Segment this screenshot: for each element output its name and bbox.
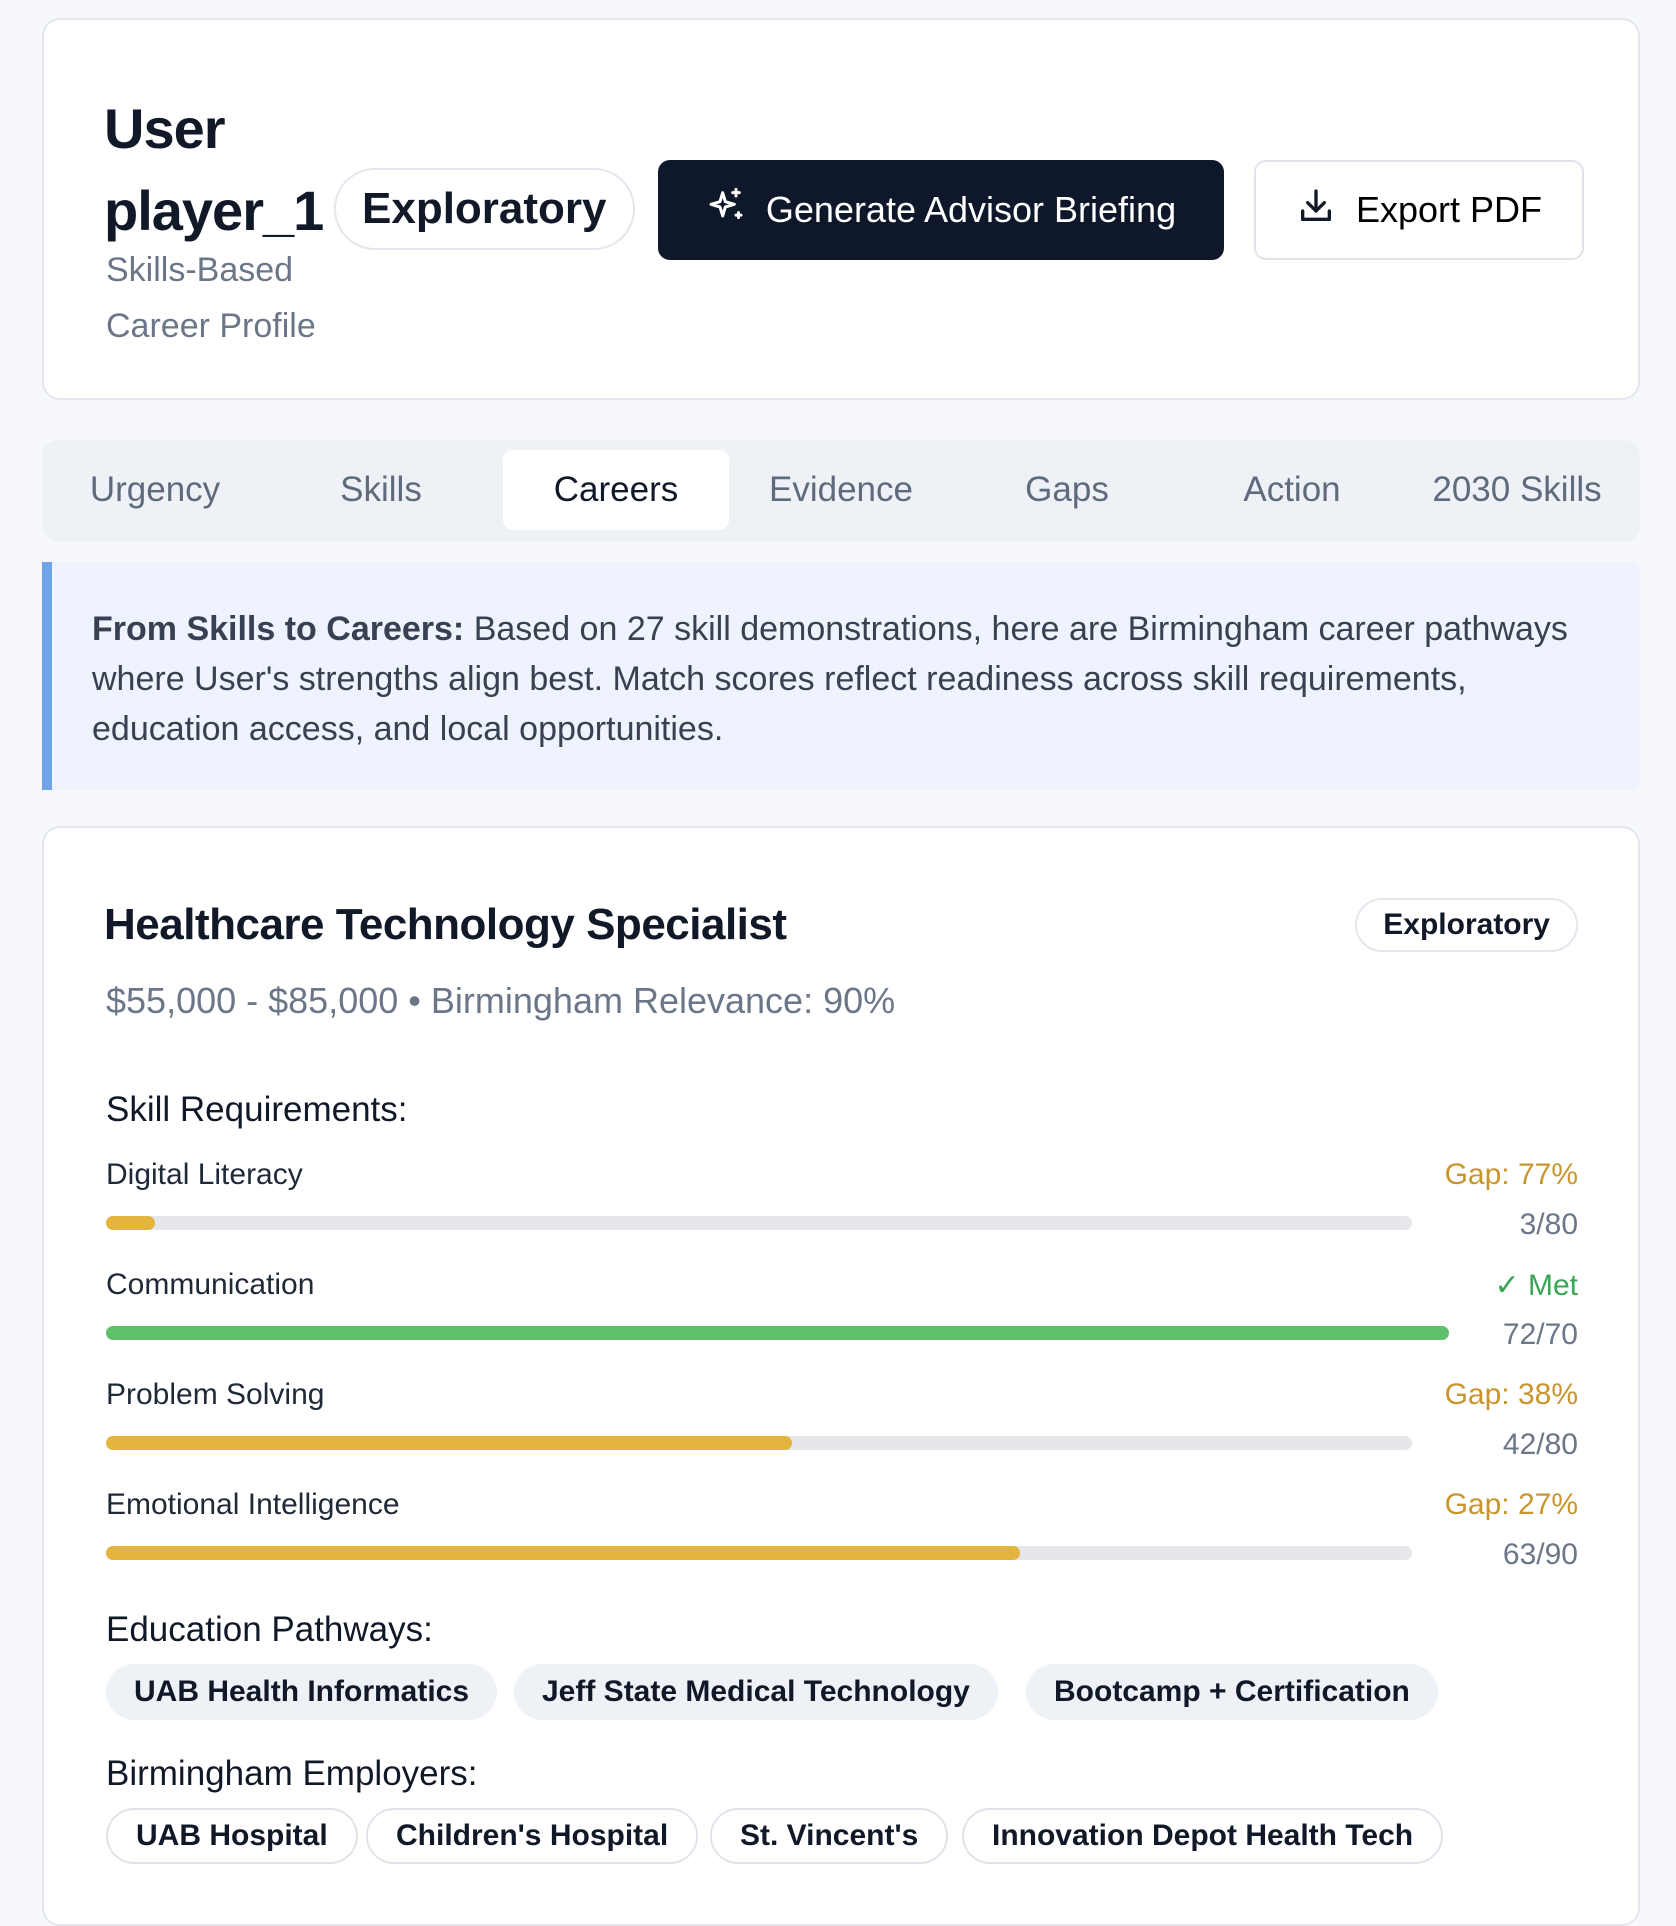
profile-subtitle: Skills-Based Career Profile [106, 242, 316, 354]
profile-tabs: Urgency Skills Careers Evidence Gaps Act… [42, 440, 1640, 542]
skill-requirements-label: Skill Requirements: [106, 1090, 408, 1129]
skill-score-problem-solving: 42/80 [1502, 1428, 1578, 1461]
skill-status-emotional-intelligence: Gap: 27% [1444, 1488, 1578, 1521]
career-card: Healthcare Technology Specialist Explora… [42, 826, 1640, 1926]
employer-chip[interactable]: St. Vincent's [710, 1808, 949, 1864]
education-chip[interactable]: Bootcamp + Certification [1026, 1664, 1438, 1720]
skill-status-digital-literacy: Gap: 77% [1444, 1158, 1578, 1191]
generate-advisor-briefing-button[interactable]: Generate Advisor Briefing [658, 160, 1224, 260]
note-lead: From Skills to Careers: [92, 610, 465, 648]
meta-separator: • [408, 980, 421, 1021]
tab-gaps[interactable]: Gaps [954, 450, 1180, 530]
tab-careers[interactable]: Careers [503, 450, 729, 530]
export-pdf-label: Export PDF [1355, 189, 1543, 230]
profile-header-card: User player_1 Skills-Based Career Profil… [42, 18, 1640, 400]
skill-bar-fill [106, 1216, 155, 1230]
skill-bar-problem-solving [106, 1436, 1412, 1450]
education-chip[interactable]: Jeff State Medical Technology [514, 1664, 998, 1720]
education-pathways-label: Education Pathways: [106, 1610, 433, 1649]
skill-score-communication: 72/70 [1502, 1318, 1578, 1351]
tab-urgency[interactable]: Urgency [42, 450, 268, 530]
employer-chip[interactable]: Children's Hospital [366, 1808, 699, 1864]
career-salary: $55,000 - $85,000 [106, 980, 399, 1021]
career-title: Healthcare Technology Specialist [104, 900, 787, 949]
download-icon [1296, 186, 1336, 235]
skill-name-emotional-intelligence: Emotional Intelligence [106, 1488, 400, 1521]
profile-title: User player_1 [104, 88, 324, 252]
tab-action[interactable]: Action [1179, 450, 1405, 530]
profile-subtitle-line1: Skills-Based [106, 251, 294, 289]
export-pdf-button[interactable]: Export PDF [1254, 160, 1584, 260]
skill-status-communication: ✓ Met [1494, 1269, 1578, 1302]
skill-score-digital-literacy: 3/80 [1519, 1208, 1578, 1241]
education-chip[interactable]: UAB Health Informatics [106, 1664, 498, 1720]
birmingham-employers-label: Birmingham Employers: [106, 1754, 478, 1793]
skill-bar-digital-literacy [106, 1216, 1412, 1230]
generate-advisor-briefing-label: Generate Advisor Briefing [765, 189, 1177, 230]
skill-name-problem-solving: Problem Solving [106, 1378, 325, 1411]
sparkles-icon [706, 186, 746, 235]
career-mode-badge: Exploratory [1355, 898, 1578, 952]
skill-bar-fill [106, 1436, 792, 1450]
skill-bar-fill [106, 1546, 1021, 1560]
skill-bar-emotional-intelligence [106, 1546, 1412, 1560]
profile-title-line1: User [104, 97, 226, 160]
skill-name-digital-literacy: Digital Literacy [106, 1158, 303, 1191]
skill-name-communication: Communication [106, 1268, 315, 1301]
tab-skills[interactable]: Skills [268, 450, 494, 530]
skill-bar-communication [106, 1326, 1450, 1340]
mode-badge: Exploratory [334, 168, 635, 250]
profile-title-line2: player_1 [104, 179, 324, 242]
employer-chip[interactable]: UAB Hospital [106, 1808, 358, 1864]
career-relevance: Birmingham Relevance: 90% [430, 980, 896, 1021]
skill-status-problem-solving: Gap: 38% [1444, 1378, 1578, 1411]
employer-chip[interactable]: Innovation Depot Health Tech [962, 1808, 1444, 1864]
profile-subtitle-line2: Career Profile [106, 307, 316, 345]
skill-score-emotional-intelligence: 63/90 [1502, 1538, 1578, 1571]
career-meta: $55,000 - $85,000 • Birmingham Relevance… [106, 980, 895, 1022]
tab-evidence[interactable]: Evidence [728, 450, 954, 530]
careers-intro-note: From Skills to Careers: Based on 27 skil… [42, 562, 1640, 790]
skill-bar-fill [106, 1326, 1450, 1340]
tab-2030-skills[interactable]: 2030 Skills [1404, 450, 1630, 530]
